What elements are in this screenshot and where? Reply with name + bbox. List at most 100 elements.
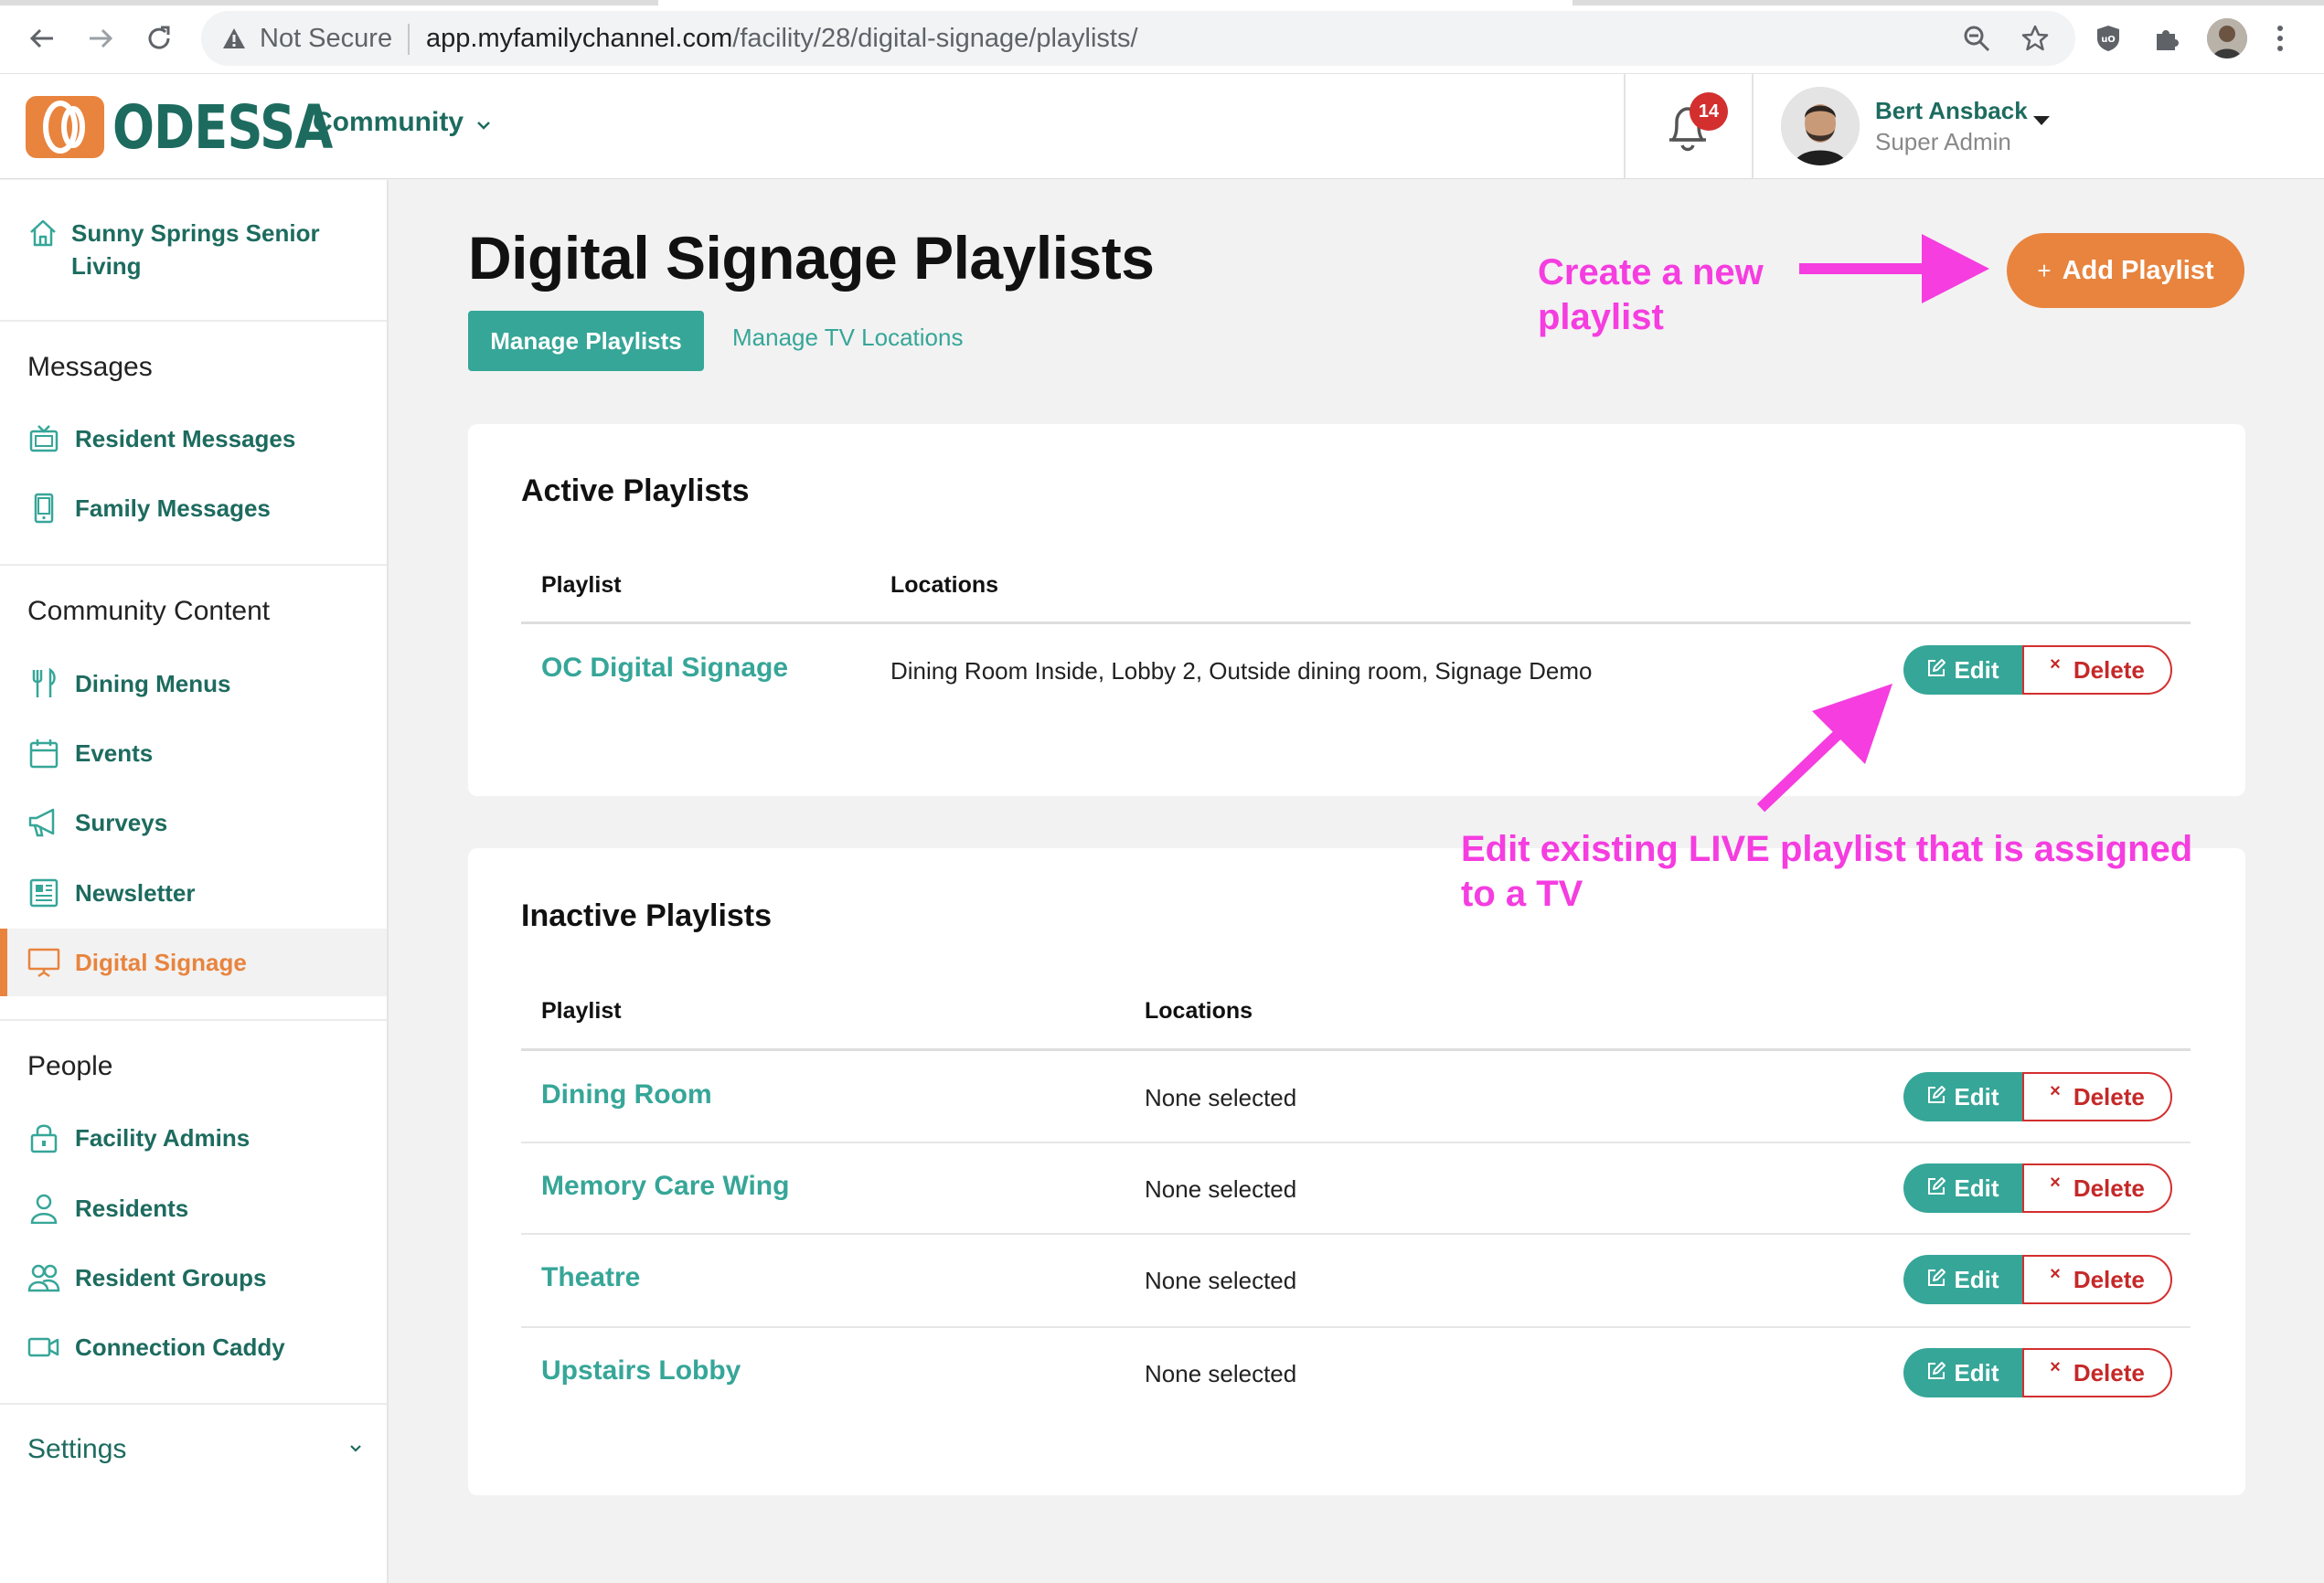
sidebar-item-label: Digital Signage <box>75 948 247 976</box>
sidebar-item-connection-caddy[interactable]: Connection Caddy <box>0 1313 387 1381</box>
sidebar-item-label: Facility Admins <box>75 1123 251 1152</box>
header-divider <box>1752 74 1754 179</box>
column-header-playlist: Playlist <box>541 572 622 598</box>
inactive-playlists-title: Inactive Playlists <box>521 898 773 933</box>
logo-mark-icon <box>26 96 104 158</box>
browser-menu-icon[interactable] <box>2262 20 2298 57</box>
column-header-locations: Locations <box>890 572 999 598</box>
puzzle-extensions-icon[interactable] <box>2148 20 2185 57</box>
caret-down-icon[interactable] <box>2033 116 2050 125</box>
sidebar-item-newsletter[interactable]: Newsletter <box>0 859 387 927</box>
sidebar-item-label: Events <box>75 738 154 767</box>
tab-manage-tv-locations[interactable]: Manage TV Locations <box>732 324 963 352</box>
sidebar-item-dining-menus[interactable]: Dining Menus <box>0 650 387 717</box>
add-playlist-label: Add Playlist <box>2062 255 2214 285</box>
delete-button[interactable]: × Delete <box>2022 1348 2172 1397</box>
browser-profile-avatar[interactable] <box>2207 18 2247 58</box>
sidebar-divider <box>0 1019 387 1021</box>
playlist-name-link[interactable]: Memory Care Wing <box>541 1171 789 1202</box>
address-bar[interactable]: Not Secure app.myfamilychannel.com/facil… <box>201 11 2075 66</box>
close-x-icon: × <box>2050 1356 2061 1377</box>
sidebar-item-residents[interactable]: Residents <box>0 1174 387 1242</box>
forward-arrow-icon[interactable] <box>82 20 119 57</box>
annotation-create-playlist: Create a new playlist <box>1538 250 1764 340</box>
playlist-name-link[interactable]: Upstairs Lobby <box>541 1355 741 1386</box>
delete-button[interactable]: × Delete <box>2022 1072 2172 1121</box>
address-divider <box>408 24 410 55</box>
playlist-name-link[interactable]: OC Digital Signage <box>541 653 788 684</box>
table-header-divider <box>521 1048 2191 1051</box>
community-dropdown[interactable]: Community <box>313 107 491 138</box>
row-divider <box>521 1233 2191 1235</box>
user-name[interactable]: Bert Ansback <box>1875 97 2028 125</box>
delete-label: Delete <box>2073 1358 2145 1386</box>
delete-button[interactable]: × Delete <box>2022 1255 2172 1304</box>
back-arrow-icon[interactable] <box>24 20 60 57</box>
sidebar-item-resident-messages[interactable]: Resident Messages <box>0 405 387 473</box>
app-header: ODESSA Community 14 Bert Ansback Super A… <box>0 74 2324 179</box>
presentation-screen-icon <box>27 946 60 979</box>
sidebar-item-facility-admins[interactable]: Facility Admins <box>0 1104 387 1172</box>
table-header-divider <box>521 622 2191 624</box>
sidebar-item-label: Newsletter <box>75 878 196 907</box>
sidebar-item-resident-groups[interactable]: Resident Groups <box>0 1244 387 1312</box>
edit-button[interactable]: Edit <box>1903 1348 2022 1397</box>
sidebar-divider <box>0 564 387 566</box>
edit-label: Edit <box>1954 1358 1999 1386</box>
edit-button[interactable]: Edit <box>1903 1163 2022 1213</box>
url-path: /facility/28/digital-signage/playlists/ <box>732 24 1138 53</box>
sidebar-item-surveys[interactable]: Surveys <box>0 789 387 856</box>
playlist-locations: Dining Room Inside, Lobby 2, Outside din… <box>890 657 1593 685</box>
megaphone-icon <box>27 806 60 839</box>
bookmark-star-icon[interactable] <box>2017 20 2053 57</box>
annotation-line: to a TV <box>1461 874 1583 914</box>
row-divider <box>521 1142 2191 1143</box>
settings-label: Settings <box>27 1434 127 1464</box>
sidebar-item-digital-signage[interactable]: Digital Signage <box>0 929 387 996</box>
close-x-icon: × <box>2050 1080 2061 1101</box>
tv-icon <box>27 422 60 455</box>
person-icon <box>27 1192 60 1225</box>
sidebar-item-label: Resident Messages <box>75 424 296 452</box>
delete-label: Delete <box>2073 1265 2145 1293</box>
zoom-icon[interactable] <box>1958 20 1995 57</box>
active-playlists-card: Active Playlists Playlist Locations OC D… <box>468 424 2245 796</box>
annotation-arrow-right-icon <box>1799 234 1989 303</box>
browser-toolbar: Not Secure app.myfamilychannel.com/facil… <box>0 0 2324 74</box>
playlist-name-link[interactable]: Dining Room <box>541 1079 712 1110</box>
sidebar-settings-toggle[interactable]: Settings <box>27 1434 362 1465</box>
annotation-line: Edit existing LIVE playlist that is assi… <box>1461 829 2193 869</box>
row-divider <box>521 1326 2191 1328</box>
sidebar-item-label: Surveys <box>75 808 168 836</box>
svg-text:uO: uO <box>2101 35 2116 45</box>
edit-button[interactable]: Edit <box>1903 1072 2022 1121</box>
browser-tab-strip <box>0 0 2324 5</box>
user-avatar[interactable] <box>1781 87 1860 165</box>
shield-extension-icon[interactable]: uO <box>2090 20 2127 57</box>
notification-count-badge: 14 <box>1690 92 1728 131</box>
page-title: Digital Signage Playlists <box>468 224 1155 292</box>
sidebar-facility-link[interactable]: Sunny Springs Senior Living <box>27 217 375 282</box>
delete-label: Delete <box>2073 655 2145 684</box>
tab-manage-playlists[interactable]: Manage Playlists <box>468 311 704 371</box>
delete-button[interactable]: × Delete <box>2022 1163 2172 1213</box>
annotation-line: Create a new <box>1538 252 1764 292</box>
edit-button[interactable]: Edit <box>1903 645 2022 695</box>
playlist-name-link[interactable]: Theatre <box>541 1262 640 1293</box>
column-header-locations: Locations <box>1145 998 1253 1024</box>
delete-button[interactable]: × Delete <box>2022 645 2172 695</box>
edit-button[interactable]: Edit <box>1903 1255 2022 1304</box>
sidebar-item-family-messages[interactable]: Family Messages <box>0 474 387 542</box>
security-label: Not Secure <box>260 24 393 53</box>
sidebar-item-events[interactable]: Events <box>0 719 387 787</box>
add-playlist-button[interactable]: + Add Playlist <box>2007 233 2244 308</box>
reload-icon[interactable] <box>141 20 177 57</box>
fork-knife-icon <box>27 667 60 700</box>
chevron-down-icon <box>476 107 491 138</box>
playlist-locations: None selected <box>1145 1360 1297 1387</box>
sidebar-item-label: Dining Menus <box>75 669 231 697</box>
video-camera-icon <box>27 1331 60 1364</box>
edit-label: Edit <box>1954 1265 1999 1293</box>
odessa-logo[interactable]: ODESSA <box>26 92 333 163</box>
edit-label: Edit <box>1954 1082 1999 1110</box>
